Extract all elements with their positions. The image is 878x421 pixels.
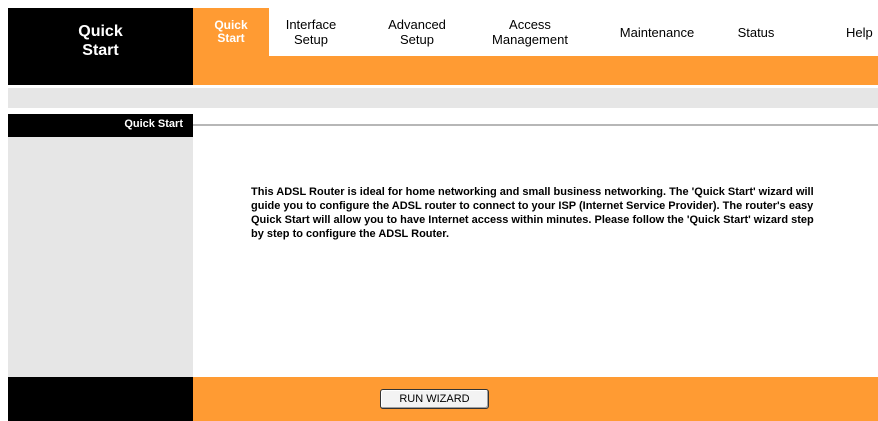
page-title: Quick Start [8, 22, 193, 60]
footer-bar [193, 377, 878, 421]
tab-label-line1: Help [846, 24, 873, 40]
tab-label-line1: Status [737, 24, 775, 40]
tab-status[interactable]: Status [724, 8, 788, 56]
tab-help[interactable]: Help [846, 8, 878, 56]
tab-label-line2: Setup [294, 32, 328, 47]
tab-quick-start[interactable]: Quick Start [193, 8, 269, 56]
section-heading-label: Quick Start [124, 118, 183, 130]
quick-start-description: This ADSL Router is ideal for home netwo… [251, 186, 814, 240]
left-side-panel [8, 137, 193, 377]
tab-access-management[interactable]: Access Management [472, 8, 588, 56]
run-wizard-button[interactable]: RUN WIZARD [380, 389, 489, 409]
page-title-line2: Start [82, 42, 119, 59]
tab-label-line1: Maintenance [619, 24, 695, 40]
tab-label-line1: Interface [285, 17, 337, 32]
separator-bar [8, 88, 878, 108]
tab-label-line2: Management [492, 32, 568, 47]
subnav-bar [193, 56, 878, 85]
tab-label-line1: Advanced [388, 17, 446, 32]
tab-label-line2: Setup [400, 32, 434, 47]
tab-maintenance[interactable]: Maintenance [601, 8, 713, 56]
tab-advanced-setup[interactable]: Advanced Setup [371, 8, 463, 56]
footer-left-panel [8, 377, 193, 421]
page-title-line1: Quick [78, 23, 123, 40]
tab-interface-setup[interactable]: Interface Setup [271, 8, 351, 56]
tab-label-line2: Start [217, 31, 245, 45]
tab-label-line1: Access [509, 17, 551, 32]
section-divider [193, 124, 878, 126]
